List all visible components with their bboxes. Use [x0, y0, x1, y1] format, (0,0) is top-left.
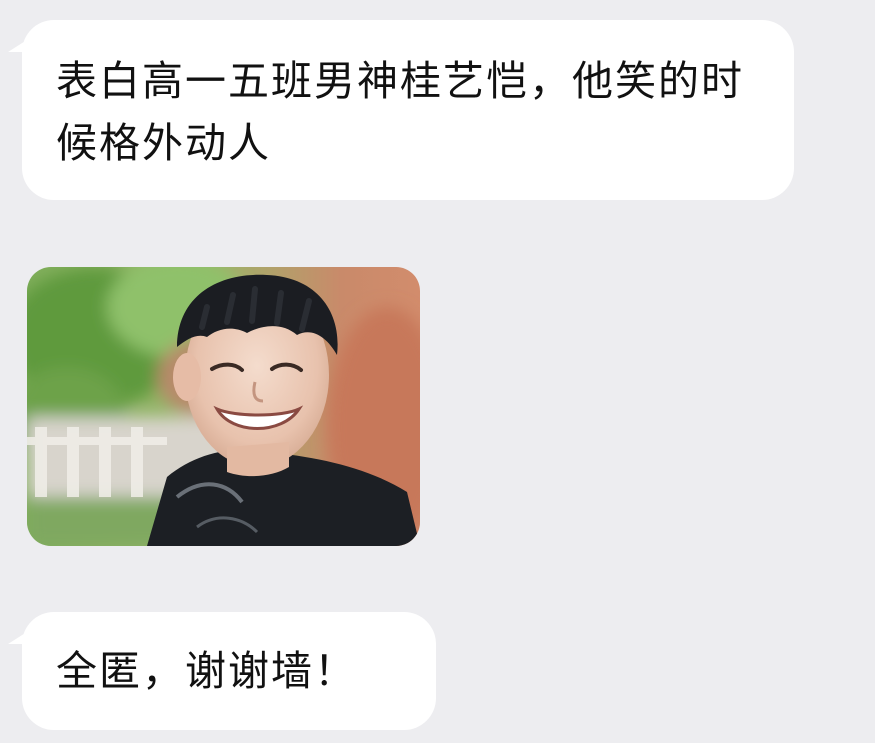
message-text: 表白高一五班男神桂艺恺，他笑的时候格外动人 — [56, 57, 744, 167]
bubble-tail — [8, 38, 30, 52]
message-text: 全匿，谢谢墙！ — [56, 647, 357, 695]
chat-thread: 表白高一五班男神桂艺恺，他笑的时候格外动人 全匿，谢谢墙！ — [0, 0, 875, 743]
message-bubble-anonymous[interactable]: 全匿，谢谢墙！ — [8, 612, 436, 730]
bubble-tail — [8, 630, 30, 644]
photo-of-smiling-boy — [27, 267, 420, 546]
message-bubble-confession[interactable]: 表白高一五班男神桂艺恺，他笑的时候格外动人 — [8, 20, 794, 200]
message-image[interactable] — [27, 267, 420, 546]
